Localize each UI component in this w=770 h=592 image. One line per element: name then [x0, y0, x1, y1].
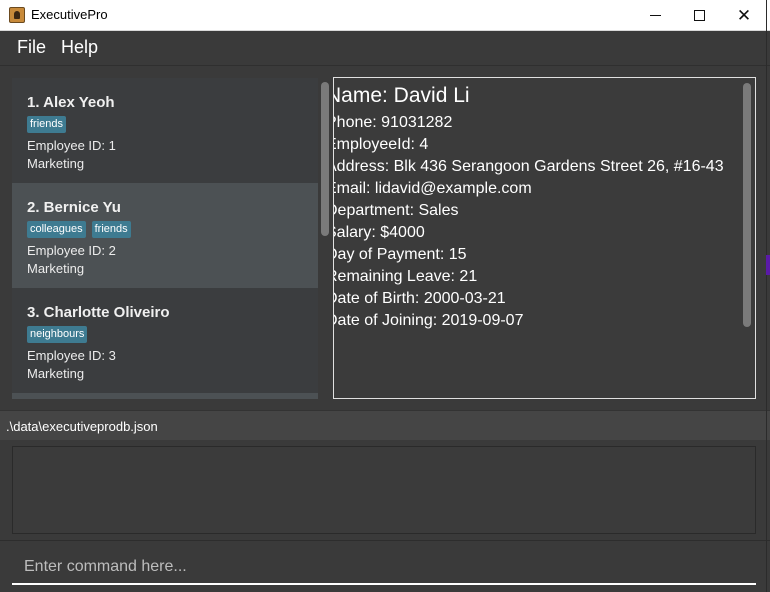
window-edge [766, 0, 767, 592]
detail-day-of-payment: Day of Payment: 15 [333, 246, 467, 263]
minimize-button[interactable] [632, 0, 678, 31]
person-department: Marketing [27, 366, 85, 381]
maximize-button[interactable] [676, 0, 722, 31]
window-title: ExecutivePro [31, 7, 108, 22]
tag-list: friends [27, 116, 318, 136]
minimize-icon [649, 15, 661, 16]
detail-date-of-birth: Date of Birth: 2000-03-21 [333, 290, 506, 307]
detail-address: Address: Blk 436 Serangoon Gardens Stree… [333, 158, 724, 175]
tag-list: colleagues friends [27, 221, 318, 241]
background-window-fragment [766, 255, 770, 275]
close-icon: ✕ [736, 5, 752, 26]
app-icon [9, 7, 25, 23]
next-card-edge [12, 393, 318, 399]
save-file-path: .\data\executiveprodb.json [6, 419, 158, 434]
menu-help[interactable]: Help [61, 37, 98, 58]
tag-list: neighbours [27, 326, 318, 346]
detail-remaining-leave: Remaining Leave: 21 [333, 268, 478, 285]
tag: neighbours [27, 326, 88, 343]
person-employee-id: Employee ID: 1 [27, 138, 116, 153]
person-name: 3. Charlotte Oliveiro [27, 304, 170, 321]
person-employee-id: Employee ID: 3 [27, 348, 116, 363]
tag: colleagues [27, 221, 86, 238]
person-department: Marketing [27, 261, 85, 276]
detail-date-of-joining: Date of Joining: 2019-09-07 [333, 312, 524, 329]
status-bar: .\data\executiveprodb.json [0, 410, 770, 440]
person-list-scroll-thumb[interactable] [321, 82, 329, 236]
person-employee-id: Employee ID: 2 [27, 243, 116, 258]
details-scroll-thumb[interactable] [743, 83, 751, 327]
detail-employee-id: EmployeeId: 4 [333, 136, 429, 153]
tag: friends [27, 116, 67, 133]
detail-email: Email: lidavid@example.com [333, 180, 532, 197]
menu-file[interactable]: File [17, 37, 46, 58]
person-list: 1. Alex Yeoh friends Employee ID: 1 Mark… [12, 78, 318, 399]
person-card[interactable]: 2. Bernice Yu colleagues friends Employe… [12, 183, 318, 288]
detail-name: Name: David Li [333, 84, 470, 107]
close-button[interactable]: ✕ [721, 0, 767, 31]
detail-salary: Salary: $4000 [333, 224, 425, 241]
person-department: Marketing [27, 156, 85, 171]
menu-bar: File Help [0, 31, 770, 66]
detail-phone: Phone: 91031282 [333, 114, 453, 131]
person-name: 2. Bernice Yu [27, 199, 121, 216]
title-bar: ExecutivePro ✕ [0, 0, 770, 31]
command-input[interactable] [12, 545, 756, 585]
tag: friends [91, 221, 131, 238]
employee-details-panel: Name: David Li Phone: 91031282 EmployeeI… [333, 77, 756, 399]
result-display [12, 446, 756, 534]
person-card[interactable]: 1. Alex Yeoh friends Employee ID: 1 Mark… [12, 78, 318, 183]
person-card[interactable]: 3. Charlotte Oliveiro neighbours Employe… [12, 288, 318, 393]
maximize-icon [693, 10, 705, 21]
detail-department: Department: Sales [333, 202, 459, 219]
person-name: 1. Alex Yeoh [27, 94, 115, 111]
